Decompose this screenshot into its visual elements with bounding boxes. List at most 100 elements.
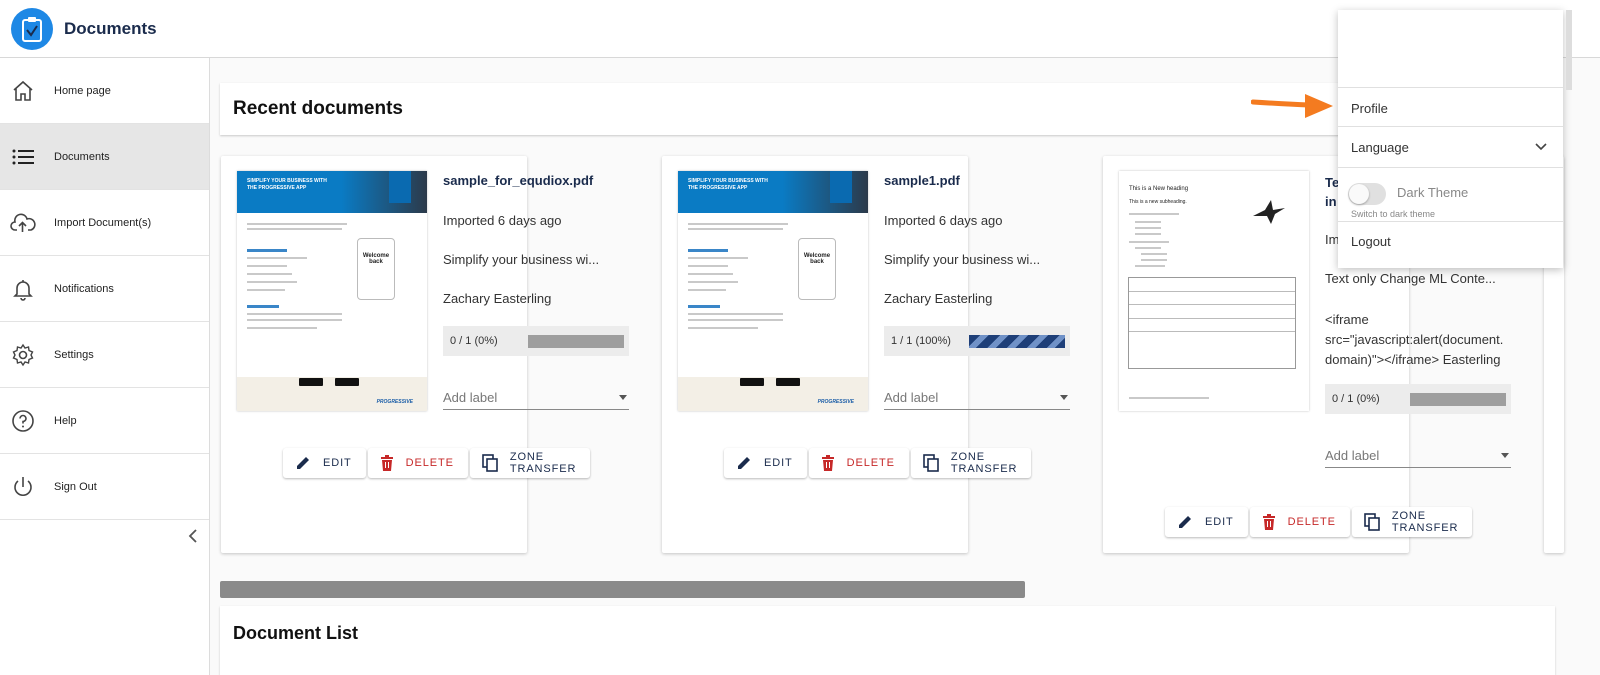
trash-icon xyxy=(380,455,394,471)
document-file-name[interactable]: sample_for_equdiox.pdf xyxy=(443,173,593,188)
list-icon xyxy=(10,144,36,170)
card-actions: EDIT DELETE ZONE TRANSFER xyxy=(1165,507,1473,537)
edit-button-label: EDIT xyxy=(764,457,793,469)
progress-fill xyxy=(969,334,1065,348)
add-label-select[interactable]: Add label xyxy=(884,386,1070,410)
pencil-icon xyxy=(1177,514,1193,530)
toggle-knob xyxy=(1349,184,1369,204)
progress-text: 0 / 1 (0%) xyxy=(450,335,498,347)
sidebar-item-label: Home page xyxy=(54,84,111,97)
thumb-body: Welcome back xyxy=(678,213,868,391)
copy-icon xyxy=(1364,513,1380,531)
zone-transfer-button-label: ZONE TRANSFER xyxy=(1391,510,1459,534)
sidebar-item-settings[interactable]: Settings xyxy=(0,322,209,388)
zone-transfer-button-label: ZONE TRANSFER xyxy=(950,451,1018,475)
zone-transfer-button[interactable]: ZONE TRANSFER xyxy=(469,448,591,478)
thumb-footer: PROGRESSIVE xyxy=(678,377,868,411)
menu-item-label: Logout xyxy=(1351,233,1391,249)
dropdown-caret-icon xyxy=(1501,453,1509,458)
chevron-down-icon xyxy=(1535,143,1547,151)
thumb-banner-text: SIMPLIFY YOUR BUSINESS WITH THE PROGRESS… xyxy=(688,178,768,191)
trash-icon xyxy=(1262,514,1276,530)
thumb-footer: PROGRESSIVE xyxy=(237,377,427,411)
progress-text: 1 / 1 (100%) xyxy=(891,335,951,347)
sidebar-item-sign-out[interactable]: Sign Out xyxy=(0,454,209,520)
dark-theme-label: Dark Theme xyxy=(1397,185,1469,200)
thumb-brand: PROGRESSIVE xyxy=(817,399,854,405)
sidebar-item-label: Sign Out xyxy=(54,480,97,493)
document-file-name[interactable]: sample1.pdf xyxy=(884,173,960,188)
pencil-icon xyxy=(736,455,752,471)
delete-button-label: DELETE xyxy=(405,457,454,469)
help-circle-icon xyxy=(10,408,36,434)
add-label-placeholder: Add label xyxy=(1325,448,1380,463)
sidebar-item-label: Help xyxy=(54,414,77,427)
sidebar-item-home[interactable]: Home page xyxy=(0,58,209,124)
menu-item-language[interactable]: Language xyxy=(1338,127,1563,167)
collapse-sidebar-chevron-icon[interactable] xyxy=(185,526,201,546)
thumb-banner: SIMPLIFY YOUR BUSINESS WITH THE PROGRESS… xyxy=(678,171,868,213)
zone-transfer-button-label: ZONE TRANSFER xyxy=(509,451,577,475)
app-store-badge xyxy=(299,378,323,386)
delete-button[interactable]: DELETE xyxy=(1249,507,1350,537)
sidebar-item-label: Import Document(s) xyxy=(54,216,152,229)
document-card: SIMPLIFY YOUR BUSINESS WITH THE PROGRESS… xyxy=(662,156,1070,553)
zone-transfer-button[interactable]: ZONE TRANSFER xyxy=(1351,507,1473,537)
document-imported: Imported 6 days ago xyxy=(884,213,1003,228)
page-vertical-scrollbar[interactable] xyxy=(1566,10,1572,90)
sidebar-item-label: Documents xyxy=(54,150,110,163)
menu-item-logout[interactable]: Logout xyxy=(1338,222,1563,260)
sidebar-item-notifications[interactable]: Notifications xyxy=(0,256,209,322)
home-icon xyxy=(10,78,36,104)
document-description: Simplify your business wi... xyxy=(884,252,1041,267)
app-store-badge xyxy=(740,378,764,386)
delete-button-label: DELETE xyxy=(846,457,895,469)
menu-item-profile[interactable]: Profile xyxy=(1338,89,1563,127)
thumb-banner: SIMPLIFY YOUR BUSINESS WITH THE PROGRESS… xyxy=(237,171,427,213)
thumb-brand: PROGRESSIVE xyxy=(376,399,413,405)
document-card: SIMPLIFY YOUR BUSINESS WITH THE PROGRESS… xyxy=(221,156,629,553)
thumb-phone: Welcome back xyxy=(798,238,836,300)
edit-button[interactable]: EDIT xyxy=(283,448,366,478)
document-progress: 1 / 1 (100%) xyxy=(884,326,1070,356)
gear-icon xyxy=(10,342,36,368)
thumb-banner-text: SIMPLIFY YOUR BUSINESS WITH THE PROGRESS… xyxy=(247,178,327,191)
dark-theme-toggle[interactable] xyxy=(1348,183,1386,205)
thumb-badge xyxy=(389,171,411,203)
card-actions: EDIT DELETE ZONE TRANSFER xyxy=(724,448,1032,478)
thumb-heading: This is a New heading xyxy=(1129,186,1189,192)
delete-button[interactable]: DELETE xyxy=(808,448,909,478)
user-menu: Profile Language Dark Theme Switch to da… xyxy=(1338,10,1563,268)
zone-transfer-button[interactable]: ZONE TRANSFER xyxy=(910,448,1032,478)
menu-item-label: Language xyxy=(1351,139,1409,155)
edit-button[interactable]: EDIT xyxy=(1165,507,1248,537)
progress-bar xyxy=(528,334,624,348)
document-progress: 0 / 1 (0%) xyxy=(1325,384,1511,414)
document-thumbnail[interactable]: SIMPLIFY YOUR BUSINESS WITH THE PROGRESS… xyxy=(678,171,868,411)
document-list-title: Document List xyxy=(233,623,359,643)
document-thumbnail[interactable]: SIMPLIFY YOUR BUSINESS WITH THE PROGRESS… xyxy=(237,171,427,411)
google-play-badge xyxy=(335,378,359,386)
document-owner: <iframe src="javascript:alert(document. … xyxy=(1325,312,1504,367)
cards-horizontal-scrollbar[interactable] xyxy=(220,581,1025,598)
sidebar-item-import[interactable]: Import Document(s) xyxy=(0,190,209,256)
edit-button[interactable]: EDIT xyxy=(724,448,807,478)
pencil-icon xyxy=(295,455,311,471)
sidebar-item-help[interactable]: Help xyxy=(0,388,209,454)
bell-icon xyxy=(10,276,36,302)
annotation-arrow-icon xyxy=(1251,94,1333,118)
sidebar-item-documents[interactable]: Documents xyxy=(0,124,209,190)
document-thumbnail[interactable]: This is a New heading This is a new subh… xyxy=(1119,171,1309,411)
add-label-select[interactable]: Add label xyxy=(443,386,629,410)
thumb-badge xyxy=(830,171,852,203)
document-progress: 0 / 1 (0%) xyxy=(443,326,629,356)
add-label-select[interactable]: Add label xyxy=(1325,444,1511,468)
bird-image xyxy=(1253,200,1285,224)
progress-bar xyxy=(1410,392,1506,406)
cloud-upload-icon xyxy=(10,210,36,236)
delete-button[interactable]: DELETE xyxy=(367,448,468,478)
add-label-placeholder: Add label xyxy=(884,390,939,405)
copy-icon xyxy=(923,454,939,472)
thumb-table xyxy=(1128,277,1296,369)
page-title: Recent documents xyxy=(233,98,403,119)
